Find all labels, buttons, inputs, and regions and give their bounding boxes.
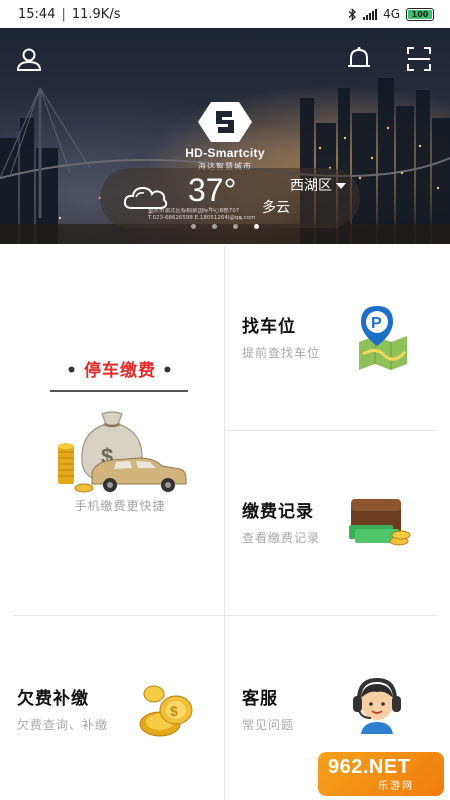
district-label: 西湖区	[290, 178, 332, 194]
company-address: 重庆市渝北区棕榈泉国际中心B栋707 T.023-68626598 E.1805…	[148, 208, 308, 222]
bell-icon[interactable]	[344, 44, 374, 74]
status-network-speed: 11.9K/s	[71, 6, 121, 22]
parking-pay-subtitle: 手机缴费更快捷	[74, 499, 166, 513]
bluetooth-icon	[348, 7, 357, 21]
site-watermark: 962.NET 乐游网	[318, 752, 444, 796]
district-selector[interactable]: 西湖区	[290, 175, 346, 195]
carousel-dot	[191, 224, 196, 229]
brand-logo: HD-Smartcity 海达智慧城市	[0, 100, 450, 172]
status-bar: 15:44 | 11.9K/s 4G 100	[0, 0, 450, 28]
svg-text:P: P	[371, 315, 382, 332]
parking-pay-title: 停车缴费	[84, 361, 156, 381]
service-title: 客服	[242, 689, 278, 709]
pay-records-tile[interactable]: 缴费记录 查看缴费记录	[225, 431, 450, 615]
arrears-tile[interactable]: 欠费补缴 欠费查询、补缴 $	[0, 616, 224, 800]
money-bag-car-icon: $	[58, 411, 187, 493]
brand-name-en: HD-Smartcity	[185, 146, 265, 160]
watermark-main: 962.NET	[328, 756, 411, 778]
find-spot-title: 找车位	[242, 317, 296, 337]
wallet-icon	[349, 499, 411, 546]
parking-map-icon: P	[359, 306, 407, 370]
pay-records-title: 缴费记录	[242, 502, 314, 522]
arrears-subtitle: 欠费查询、补缴	[17, 718, 109, 732]
support-agent-icon	[353, 677, 401, 734]
service-subtitle: 常见问题	[242, 718, 295, 732]
gold-coins-icon: $	[139, 685, 193, 737]
parking-pay-heading: • 停车缴费 •	[66, 361, 174, 381]
carousel-indicator	[0, 224, 450, 229]
status-separator: |	[61, 6, 66, 22]
address-line-1: 重庆市渝北区棕榈泉国际中心B栋707	[148, 208, 240, 214]
user-icon[interactable]	[14, 44, 44, 74]
watermark-sub: 乐游网	[378, 781, 414, 792]
battery-level: 100	[411, 9, 429, 19]
status-time: 15:44	[18, 6, 56, 22]
title-underline	[50, 390, 188, 392]
hd-logo-icon	[198, 102, 252, 142]
chevron-down-icon	[336, 183, 346, 189]
arrears-title: 欠费补缴	[17, 689, 89, 709]
weather-banner[interactable]: HD-Smartcity 海达智慧城市 37° 西湖区 多云 重庆市渝北区棕榈泉…	[0, 28, 450, 244]
network-type: 4G	[383, 7, 400, 21]
find-spot-tile[interactable]: 找车位 提前查找车位 P	[225, 246, 450, 430]
pay-records-subtitle: 查看缴费记录	[242, 531, 321, 545]
scan-icon[interactable]	[404, 44, 434, 74]
signal-icon	[363, 8, 378, 20]
find-spot-subtitle: 提前查找车位	[242, 346, 321, 360]
address-line-2: T.023-68626598 E.18051264l@qq.com	[148, 215, 256, 221]
carousel-dot-active	[254, 224, 259, 229]
carousel-dot	[233, 224, 238, 229]
temperature: 37°	[188, 172, 237, 208]
battery-icon: 100	[406, 7, 434, 21]
svg-text:$: $	[170, 703, 178, 719]
parking-pay-tile[interactable]: • 停车缴费 • $ 手机缴费更快捷	[0, 246, 224, 614]
carousel-dot	[212, 224, 217, 229]
